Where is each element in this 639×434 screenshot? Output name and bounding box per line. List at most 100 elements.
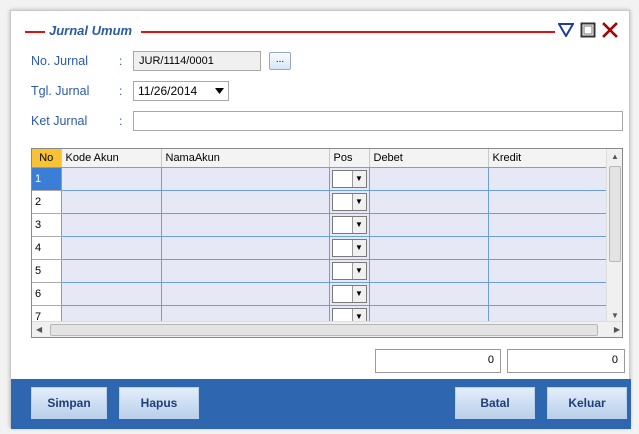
kredit-cell[interactable] xyxy=(488,259,608,283)
table-row[interactable]: 1 ▼ xyxy=(32,167,608,191)
row-number[interactable]: 2 xyxy=(32,190,62,214)
debet-cell[interactable] xyxy=(369,259,489,283)
kode-akun-cell[interactable] xyxy=(61,259,162,283)
nama-akun-cell[interactable] xyxy=(161,167,330,191)
kode-akun-cell[interactable] xyxy=(61,190,162,214)
kredit-cell[interactable] xyxy=(488,167,608,191)
debet-cell[interactable] xyxy=(369,167,489,191)
scroll-right-icon[interactable]: ▶ xyxy=(614,325,620,334)
row-number[interactable]: 4 xyxy=(32,236,62,260)
horizontal-scrollbar[interactable]: ◀ ▶ xyxy=(32,321,622,337)
close-icon xyxy=(602,22,618,38)
ket-jurnal-field[interactable] xyxy=(133,111,623,131)
row-number[interactable]: 5 xyxy=(32,259,62,283)
kode-akun-cell[interactable] xyxy=(61,236,162,260)
simpan-button[interactable]: Simpan xyxy=(31,387,107,419)
horizontal-scroll-thumb[interactable] xyxy=(50,324,598,336)
pos-cell[interactable]: ▼ xyxy=(329,190,370,214)
kredit-cell[interactable] xyxy=(488,190,608,214)
keluar-button[interactable]: Keluar xyxy=(547,387,627,419)
debet-cell[interactable] xyxy=(369,236,489,260)
column-header-debet[interactable]: Debet xyxy=(369,149,489,168)
colon: : xyxy=(119,54,123,68)
pos-dropdown[interactable]: ▼ xyxy=(331,261,367,280)
column-header-nama-akun[interactable]: NamaAkun xyxy=(161,149,330,168)
chevron-down-icon: ▼ xyxy=(351,262,366,279)
tgl-jurnal-date-picker[interactable]: 11/26/2014 xyxy=(133,81,229,101)
browse-jurnal-button[interactable]: ... xyxy=(269,52,291,70)
total-debet-field: 0 xyxy=(375,349,501,373)
pos-dropdown[interactable]: ▼ xyxy=(331,192,367,211)
nama-akun-cell[interactable] xyxy=(161,282,330,306)
pos-cell[interactable]: ▼ xyxy=(329,259,370,283)
total-kredit-field: 0 xyxy=(507,349,625,373)
pos-cell[interactable]: ▼ xyxy=(329,236,370,260)
pos-cell[interactable]: ▼ xyxy=(329,282,370,306)
table-row[interactable]: 2 ▼ xyxy=(32,190,608,214)
column-header-kredit[interactable]: Kredit xyxy=(488,149,608,168)
chevron-down-icon: ▼ xyxy=(351,285,366,302)
nama-akun-cell[interactable] xyxy=(161,190,330,214)
vertical-scrollbar[interactable]: ▲ ▼ xyxy=(606,149,622,323)
row-number[interactable]: 1 xyxy=(32,167,62,191)
jurnal-grid[interactable]: No Kode Akun NamaAkun Pos Debet Kredit 1… xyxy=(31,148,623,338)
close-button[interactable] xyxy=(601,21,619,39)
debet-cell[interactable] xyxy=(369,190,489,214)
table-row[interactable]: 5 ▼ xyxy=(32,259,608,283)
tgl-jurnal-row: Tgl. Jurnal : 11/26/2014 xyxy=(31,81,229,101)
pos-dropdown[interactable]: ▼ xyxy=(331,169,367,188)
window-controls xyxy=(557,21,619,39)
minimize-icon xyxy=(558,23,574,37)
pos-cell[interactable]: ▼ xyxy=(329,213,370,237)
grid-header-row: No Kode Akun NamaAkun Pos Debet Kredit xyxy=(32,149,608,168)
column-header-pos[interactable]: Pos xyxy=(329,149,370,168)
pos-value xyxy=(332,170,352,187)
nama-akun-cell[interactable] xyxy=(161,236,330,260)
row-number[interactable]: 6 xyxy=(32,282,62,306)
chevron-down-icon: ▼ xyxy=(351,239,366,256)
pos-dropdown[interactable]: ▼ xyxy=(331,238,367,257)
pos-dropdown[interactable]: ▼ xyxy=(331,284,367,303)
debet-cell[interactable] xyxy=(369,282,489,306)
scroll-up-icon[interactable]: ▲ xyxy=(611,152,619,161)
kredit-cell[interactable] xyxy=(488,236,608,260)
minimize-button[interactable] xyxy=(557,21,575,39)
batal-button[interactable]: Batal xyxy=(455,387,535,419)
chevron-down-icon: ▼ xyxy=(351,193,366,210)
pos-value xyxy=(332,216,352,233)
column-header-no[interactable]: No xyxy=(32,149,62,168)
ket-jurnal-row: Ket Jurnal : xyxy=(31,111,623,131)
jurnal-umum-window: Jurnal Umum No. Jurnal : JUR/1114/0001 .… xyxy=(10,10,631,429)
column-header-kode-akun[interactable]: Kode Akun xyxy=(61,149,162,168)
scroll-down-icon[interactable]: ▼ xyxy=(611,311,619,320)
no-jurnal-label: No. Jurnal xyxy=(31,54,88,68)
kredit-cell[interactable] xyxy=(488,213,608,237)
row-number[interactable]: 3 xyxy=(32,213,62,237)
tgl-jurnal-label: Tgl. Jurnal xyxy=(31,84,90,98)
debet-cell[interactable] xyxy=(369,213,489,237)
pos-cell[interactable]: ▼ xyxy=(329,167,370,191)
chevron-down-icon xyxy=(215,88,224,94)
maximize-button[interactable] xyxy=(579,21,597,39)
no-jurnal-field[interactable]: JUR/1114/0001 xyxy=(133,51,261,71)
scroll-left-icon[interactable]: ◀ xyxy=(36,325,42,334)
table-row[interactable]: 3 ▼ xyxy=(32,213,608,237)
pos-value xyxy=(332,239,352,256)
kode-akun-cell[interactable] xyxy=(61,213,162,237)
maximize-icon xyxy=(580,22,596,38)
pos-value xyxy=(332,262,352,279)
nama-akun-cell[interactable] xyxy=(161,213,330,237)
vertical-scroll-thumb[interactable] xyxy=(609,166,621,262)
hapus-button[interactable]: Hapus xyxy=(119,387,199,419)
nama-akun-cell[interactable] xyxy=(161,259,330,283)
grid-table: No Kode Akun NamaAkun Pos Debet Kredit 1… xyxy=(32,149,608,329)
kode-akun-cell[interactable] xyxy=(61,282,162,306)
colon: : xyxy=(119,114,123,128)
colon: : xyxy=(119,84,123,98)
table-row[interactable]: 4 ▼ xyxy=(32,236,608,260)
table-row[interactable]: 6 ▼ xyxy=(32,282,608,306)
footer-bar: Simpan Hapus Batal Keluar xyxy=(11,379,631,429)
kredit-cell[interactable] xyxy=(488,282,608,306)
pos-dropdown[interactable]: ▼ xyxy=(331,215,367,234)
kode-akun-cell[interactable] xyxy=(61,167,162,191)
